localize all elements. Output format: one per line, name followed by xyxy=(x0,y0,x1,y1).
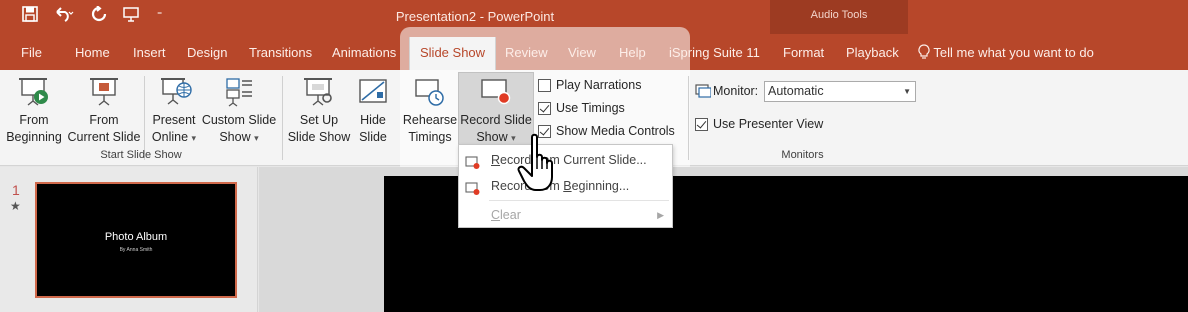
play-narrations-checkbox[interactable] xyxy=(538,79,551,92)
save-icon[interactable] xyxy=(22,6,38,28)
chevron-right-icon: ▶ xyxy=(657,210,664,220)
tab-help[interactable]: Help xyxy=(619,45,646,61)
tab-insert[interactable]: Insert xyxy=(133,45,166,61)
chevron-down-icon: ▾ xyxy=(191,133,197,143)
slide-thumbnail[interactable]: Photo Album By Anna Smith xyxy=(35,182,237,298)
record-slide-icon xyxy=(465,153,481,169)
monitor-select[interactable]: Automatic ▼ xyxy=(764,81,916,102)
hand-pointer-cursor-icon xyxy=(517,133,563,193)
thumbnail-subtitle: By Anna Smith xyxy=(119,247,153,253)
present-online-line2: Online ▾ xyxy=(151,130,197,144)
rehearse-line1: Rehearse xyxy=(402,113,458,127)
chevron-down-icon: ▾ xyxy=(511,133,516,143)
tab-transitions[interactable]: Transitions xyxy=(249,45,312,61)
stopwatch-slide-icon xyxy=(414,76,446,108)
projector-play-icon xyxy=(18,76,50,108)
show-media-controls-label: Show Media Controls xyxy=(556,124,675,138)
tab-review[interactable]: Review xyxy=(505,45,548,61)
chevron-down-icon: ▼ xyxy=(903,87,911,96)
present-online-button[interactable]: Present Online ▾ xyxy=(148,74,200,146)
menu-item-text: lear xyxy=(500,208,521,222)
tell-me-text: Tell me what you want to do xyxy=(933,45,1094,60)
menu-item-text: m Current Slide... xyxy=(549,153,647,167)
record-slide-icon xyxy=(465,179,481,195)
projector-current-icon xyxy=(88,76,120,108)
hide-slide-line2: Slide xyxy=(359,130,387,144)
customize-icon[interactable]: ⁼ xyxy=(157,6,162,26)
window-title: Presentation2 - PowerPoint xyxy=(395,9,555,24)
record-slide-icon xyxy=(480,76,512,108)
record-slide-show-menu: Record from Current Slide... Record from… xyxy=(458,144,673,228)
tab-file[interactable]: File xyxy=(21,45,42,61)
group-separator xyxy=(144,76,145,160)
tell-me-search[interactable]: Tell me what you want to do xyxy=(918,44,1094,63)
monitor-select-value: Automatic xyxy=(768,84,824,98)
record-line1: Record Slide xyxy=(460,113,532,127)
from-beginning-line1: From xyxy=(19,113,49,127)
record-from-beginning-item[interactable]: Record from Beginning... xyxy=(459,173,672,199)
use-presenter-view-checkbox[interactable] xyxy=(695,118,708,131)
rehearse-timings-button[interactable]: Rehearse Timings xyxy=(402,74,458,146)
hide-slide-line1: Hide xyxy=(360,113,386,127)
thumbnail-title: Photo Album xyxy=(104,231,168,243)
tab-design[interactable]: Design xyxy=(187,45,227,61)
present-icon[interactable] xyxy=(122,6,140,28)
from-current-line1: From xyxy=(89,113,119,127)
use-timings-checkbox[interactable] xyxy=(538,102,551,115)
set-up-slide-show-button[interactable]: Set Up Slide Show xyxy=(286,74,352,146)
set-up-line2: Slide Show xyxy=(287,130,351,144)
custom-show-icon xyxy=(223,76,255,108)
slide-number: 1 xyxy=(12,182,20,198)
setup-projector-icon xyxy=(303,76,335,108)
monitors-group-label: Monitors xyxy=(781,149,824,161)
tab-format[interactable]: Format xyxy=(783,45,824,61)
use-presenter-view-label: Use Presenter View xyxy=(713,117,824,131)
monitor-label: Monitor: xyxy=(713,84,759,98)
tab-home[interactable]: Home xyxy=(75,45,110,61)
tab-animations[interactable]: Animations xyxy=(332,45,396,61)
start-slide-show-group-label: Start Slide Show xyxy=(100,149,182,161)
use-timings-label: Use Timings xyxy=(556,101,625,115)
tab-ispring[interactable]: iSpring Suite 11 xyxy=(669,45,760,61)
from-beginning-line2: Beginning xyxy=(6,130,62,144)
hide-slide-button[interactable]: Hide Slide xyxy=(354,74,392,146)
monitor-icon xyxy=(695,83,712,104)
custom-show-line2: Show ▾ xyxy=(219,130,259,144)
custom-slide-show-button[interactable]: Custom Slide Show ▾ xyxy=(200,74,278,146)
menu-item-hotkey: B xyxy=(563,179,572,193)
menu-separator xyxy=(489,200,669,201)
rehearse-line2: Timings xyxy=(408,130,452,144)
undo-icon[interactable] xyxy=(54,6,74,28)
tab-view[interactable]: View xyxy=(568,45,596,61)
menu-item-hotkey: R xyxy=(491,153,501,167)
animation-star-icon: ★ xyxy=(10,199,21,213)
hide-slide-icon xyxy=(357,76,389,108)
thumbnail-slide-content: Photo Album By Anna Smith xyxy=(40,187,232,293)
contextual-group-title: Audio Tools xyxy=(810,9,868,21)
record-from-current-slide-item[interactable]: Record from Current Slide... xyxy=(459,147,672,173)
from-current-slide-button[interactable]: From Current Slide xyxy=(66,74,142,146)
chevron-down-icon: ▾ xyxy=(254,133,259,143)
clear-submenu-item[interactable]: Clear ▶ xyxy=(459,202,672,228)
group-separator xyxy=(688,76,689,160)
play-narrations-label: Play Narrations xyxy=(556,78,642,92)
custom-show-line1: Custom Slide xyxy=(201,113,277,127)
lightbulb-icon xyxy=(918,44,930,63)
present-online-line1: Present xyxy=(152,113,196,127)
group-separator xyxy=(282,76,283,160)
tab-playback[interactable]: Playback xyxy=(846,45,899,61)
redo-icon[interactable] xyxy=(91,5,107,28)
from-current-line2: Current Slide xyxy=(67,130,141,144)
tab-slide-show[interactable]: Slide Show xyxy=(409,37,497,70)
menu-item-text: eginning... xyxy=(571,179,630,193)
from-beginning-button[interactable]: From Beginning xyxy=(4,74,64,146)
menu-item-hotkey: C xyxy=(491,208,501,222)
set-up-line1: Set Up xyxy=(299,113,339,127)
globe-projector-icon xyxy=(160,76,192,108)
